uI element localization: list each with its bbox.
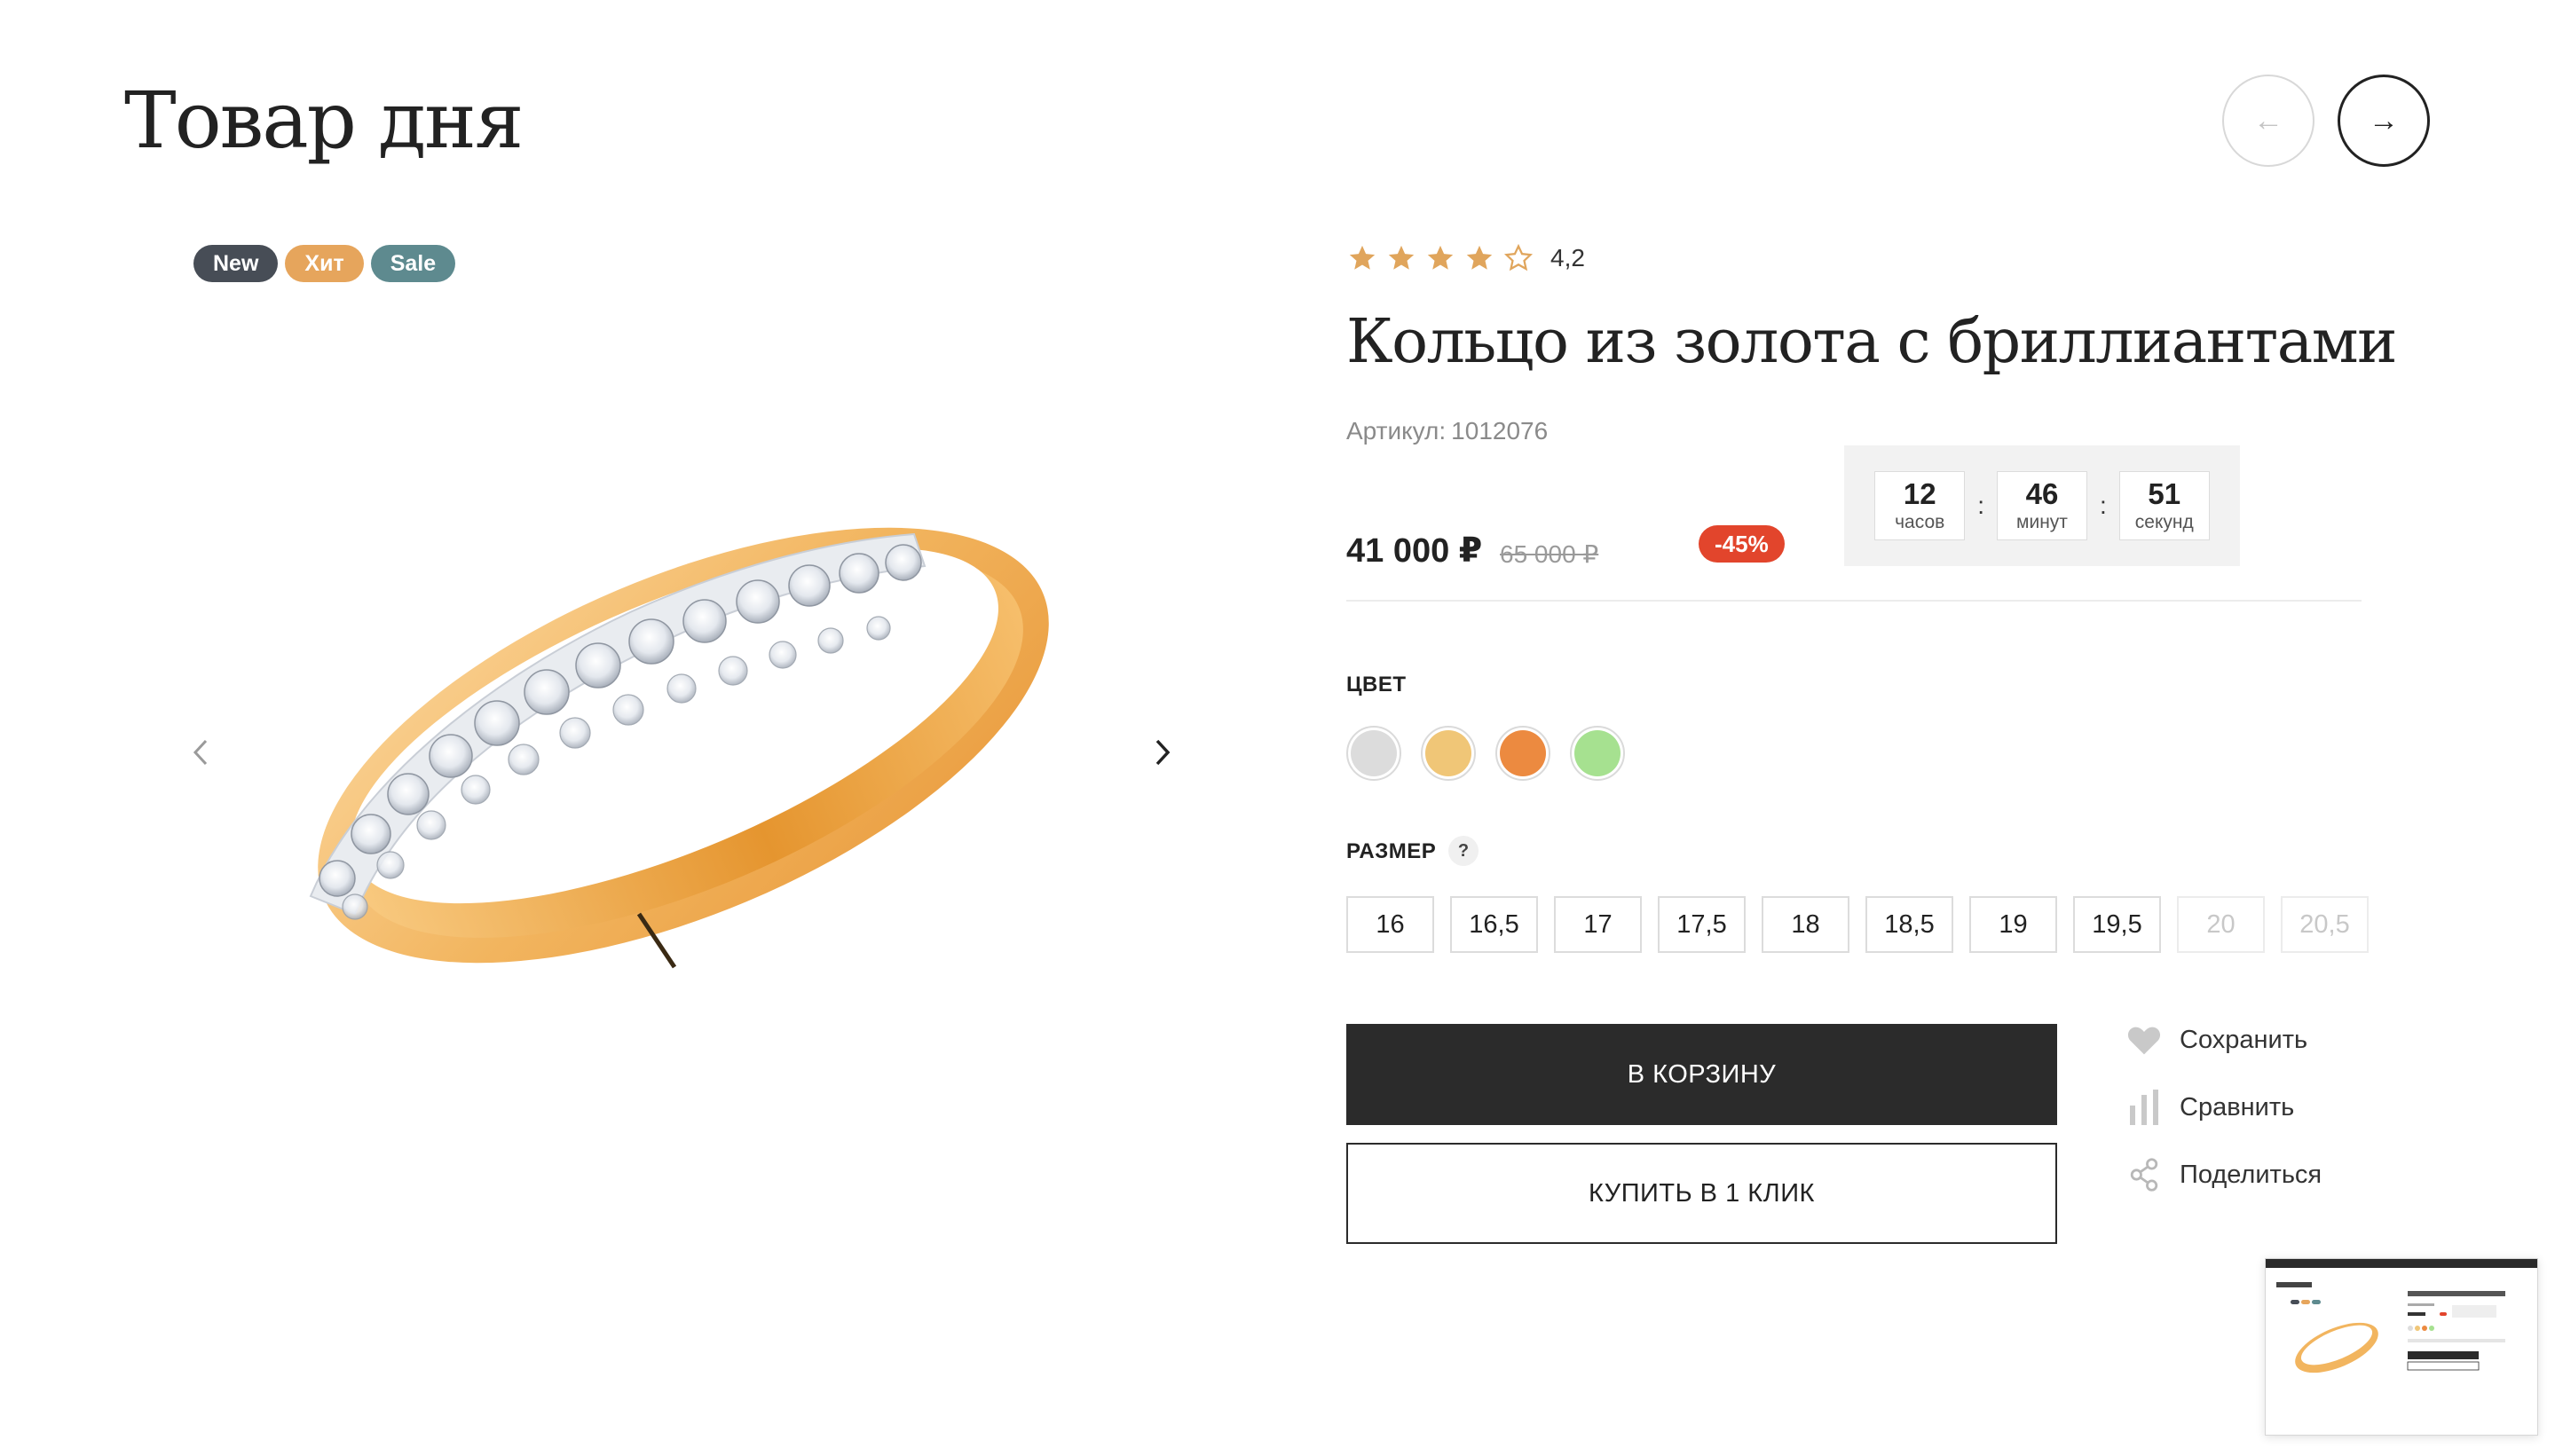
size-options: 16 16,5 17 17,5 18 18,5 19 19,5 20 20,5	[1346, 896, 2369, 953]
compare-bars-icon	[2125, 1088, 2164, 1127]
timer-minutes: 46 минут	[1997, 471, 2087, 540]
color-options	[1346, 726, 1625, 781]
size-option-unavailable: 20	[2177, 896, 2265, 953]
timer-hours: 12 часов	[1874, 471, 1966, 540]
countdown-timer: 12 часов : 46 минут : 51 секунд	[1844, 445, 2240, 566]
color-label: ЦВЕТ	[1346, 673, 1407, 697]
star-filled-icon	[1388, 245, 1415, 270]
thumbnail-image	[2266, 1259, 2537, 1373]
share-button[interactable]: Поделиться	[2125, 1155, 2322, 1194]
discount-badge: -45%	[1699, 525, 1785, 563]
old-price: 65 000 ₽	[1500, 540, 1599, 568]
timer-hours-label: часов	[1895, 511, 1945, 532]
timer-seconds: 51 секунд	[2118, 471, 2210, 540]
timer-separator: :	[1977, 492, 1984, 519]
sku-value: 1012076	[1451, 417, 1549, 445]
sku-label: Артикул:	[1346, 417, 1447, 445]
timer-seconds-value: 51	[2148, 477, 2181, 511]
color-swatch-orange[interactable]	[1495, 726, 1550, 781]
rating-stars	[1346, 243, 1534, 273]
badge-new: New	[193, 245, 279, 282]
page-title: Товар дня	[124, 75, 524, 166]
star-filled-icon	[1466, 245, 1493, 270]
size-option[interactable]: 19,5	[2073, 896, 2161, 953]
badge-sale: Sale	[370, 245, 456, 282]
buy-one-click-button[interactable]: КУПИТЬ В 1 КЛИК	[1346, 1143, 2057, 1244]
share-icon	[2125, 1155, 2164, 1194]
size-label: РАЗМЕР	[1346, 839, 1437, 863]
size-option[interactable]: 19	[1969, 896, 2057, 953]
size-option[interactable]: 18,5	[1865, 896, 1953, 953]
chevron-left-icon	[193, 739, 208, 766]
timer-minutes-value: 46	[2025, 477, 2059, 511]
timer-minutes-label: минут	[2016, 511, 2068, 532]
size-option[interactable]: 17	[1554, 896, 1642, 953]
arrow-left-icon: ←	[2253, 103, 2283, 138]
rating-value: 4,2	[1550, 244, 1585, 272]
product-rating: 4,2	[1346, 243, 1585, 273]
carousel-prev-button[interactable]: ←	[2222, 75, 2314, 167]
badge-hit: Хит	[285, 245, 364, 282]
save-button[interactable]: Сохранить	[2125, 1020, 2307, 1059]
save-label: Сохранить	[2180, 1025, 2308, 1054]
color-swatch-silver[interactable]	[1346, 726, 1401, 781]
timer-separator: :	[2100, 492, 2107, 519]
size-option[interactable]: 16	[1346, 896, 1434, 953]
color-swatch-gold[interactable]	[1421, 726, 1476, 781]
size-option[interactable]: 16,5	[1450, 896, 1538, 953]
color-swatch-green[interactable]	[1570, 726, 1625, 781]
size-option[interactable]: 17,5	[1658, 896, 1746, 953]
divider	[1346, 600, 2362, 602]
star-filled-icon	[1427, 245, 1454, 270]
chevron-right-icon	[1155, 739, 1171, 766]
screenshot-preview-thumbnail[interactable]	[2265, 1258, 2538, 1436]
size-option-unavailable: 20,5	[2281, 896, 2369, 953]
product-title: Кольцо из золота с бриллиантами	[1346, 307, 2397, 377]
product-sku: Артикул: 1012076	[1346, 417, 1548, 445]
compare-button[interactable]: Сравнить	[2125, 1088, 2294, 1127]
carousel-next-button[interactable]: →	[2338, 75, 2430, 167]
share-label: Поделиться	[2180, 1160, 2322, 1189]
star-empty-icon	[1503, 243, 1534, 272]
timer-hours-value: 12	[1903, 477, 1936, 511]
size-option[interactable]: 18	[1762, 896, 1849, 953]
product-badges: New Хит Sale	[193, 245, 456, 282]
size-help-button[interactable]: ?	[1448, 836, 1479, 866]
current-price: 41 000 ₽	[1346, 532, 1483, 570]
heart-icon	[2125, 1020, 2164, 1059]
star-filled-icon	[1349, 245, 1376, 270]
product-image	[309, 527, 1049, 969]
add-to-cart-button[interactable]: В КОРЗИНУ	[1346, 1024, 2057, 1125]
arrow-right-icon: →	[2369, 103, 2399, 138]
timer-seconds-label: секунд	[2134, 511, 2194, 532]
gallery-next-button[interactable]	[1136, 726, 1189, 779]
gallery-prev-button[interactable]	[174, 726, 227, 779]
compare-label: Сравнить	[2180, 1092, 2295, 1122]
